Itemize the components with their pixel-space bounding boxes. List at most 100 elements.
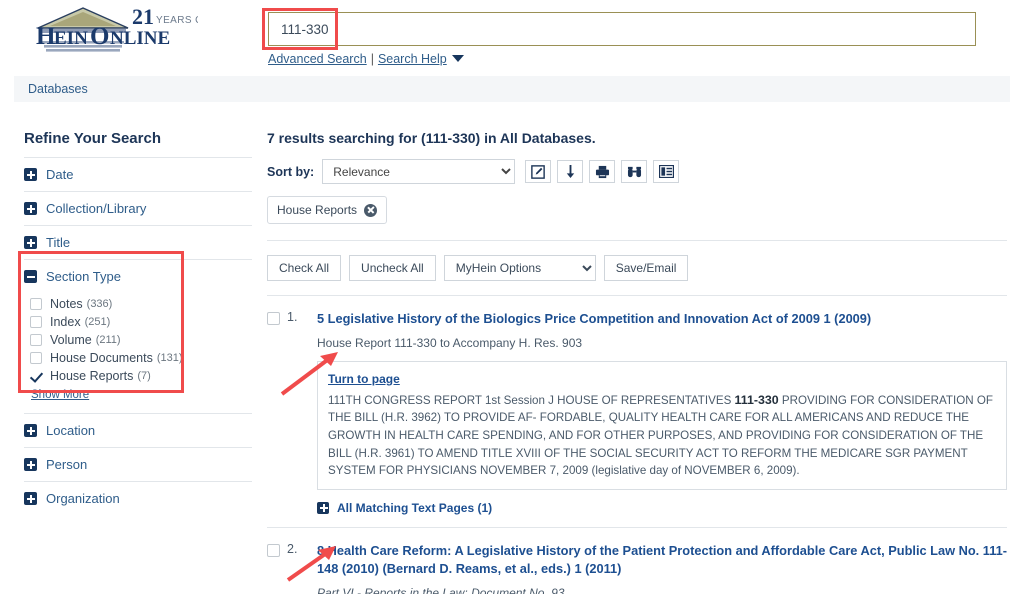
- facet-option-house-reports[interactable]: House Reports (7): [30, 367, 252, 385]
- result-part: Part VI - Reports in the Law: Document N…: [317, 585, 565, 594]
- section-type-options: Notes (336) Index (251) Volume (211) Hou…: [24, 293, 252, 413]
- snippet-text: 111TH CONGRESS REPORT 1st Session J HOUS…: [328, 391, 996, 480]
- result-body: 8 Health Care Reform: A Legislative Hist…: [317, 542, 1007, 594]
- result-body: 5 Legislative History of the Biologics P…: [317, 310, 1007, 515]
- facet-label: Location: [46, 423, 96, 438]
- site-header: 21 YEARS OF H EIN O NLINE Advanced Searc…: [0, 0, 1024, 72]
- sidebar-facet-collection-library[interactable]: Collection/Library: [24, 191, 252, 225]
- search-within-icon[interactable]: [621, 160, 648, 183]
- option-count: (131): [156, 352, 183, 364]
- facet-label: Collection/Library: [46, 201, 147, 216]
- results-panel: 7 results searching for (111-330) in All…: [267, 130, 1007, 594]
- results-summary: 7 results searching for (111-330) in All…: [267, 130, 596, 146]
- checkbox-unchecked-icon[interactable]: [30, 334, 42, 346]
- heinonline-search-results-page: 21 YEARS OF H EIN O NLINE Advanced Searc…: [0, 0, 1024, 594]
- matching-pages-label: All Matching Text Pages (1): [337, 500, 493, 515]
- svg-text:O: O: [90, 23, 109, 50]
- checkbox-unchecked-icon[interactable]: [30, 352, 42, 364]
- sidebar-facet-title[interactable]: Title: [24, 225, 252, 259]
- show-more-link[interactable]: Show More: [31, 389, 89, 401]
- sidebar-facet-date[interactable]: Date: [24, 157, 252, 191]
- result-checkbox[interactable]: [267, 543, 280, 557]
- snippet-pre: 111TH CONGRESS REPORT 1st Session J HOUS…: [328, 393, 735, 407]
- facet-option-notes[interactable]: Notes (336): [30, 295, 252, 313]
- option-label: House Reports: [50, 369, 134, 383]
- snippet-highlight: 111-330: [734, 392, 779, 407]
- filter-chip-label: House Reports: [277, 203, 358, 217]
- results-action-bar: Check All Uncheck All MyHein Options Sav…: [267, 240, 1007, 281]
- expand-plus-icon: [24, 424, 37, 437]
- svg-text:YEARS OF: YEARS OF: [156, 15, 198, 26]
- sidebar-facet-location[interactable]: Location: [24, 413, 252, 447]
- svg-text:NLINE: NLINE: [110, 28, 170, 49]
- databases-tab[interactable]: Databases: [28, 82, 88, 96]
- option-count: (7): [137, 370, 151, 382]
- sidebar-facet-person[interactable]: Person: [24, 447, 252, 481]
- option-count: (251): [84, 316, 111, 328]
- search-form: [268, 12, 976, 46]
- facet-label: Title: [46, 235, 71, 250]
- result-checkbox[interactable]: [267, 312, 280, 325]
- uncheck-all-button[interactable]: Uncheck All: [349, 255, 436, 281]
- option-label: House Documents: [50, 351, 153, 365]
- check-all-button[interactable]: Check All: [267, 255, 342, 281]
- remove-filter-icon[interactable]: [364, 203, 378, 217]
- option-count: (211): [95, 334, 121, 346]
- svg-text:H: H: [36, 23, 56, 50]
- myhein-options-select[interactable]: MyHein Options: [443, 255, 596, 281]
- results-toolbar: [525, 160, 680, 183]
- expand-plus-icon: [24, 492, 37, 505]
- checkbox-unchecked-icon[interactable]: [30, 298, 42, 310]
- option-label: Volume: [50, 333, 92, 347]
- search-help-link[interactable]: Search Help: [378, 52, 447, 66]
- filter-chip-house-reports[interactable]: House Reports: [267, 196, 388, 224]
- checkbox-checked-icon[interactable]: [30, 370, 42, 382]
- facet-option-house-documents[interactable]: House Documents (131): [30, 349, 252, 367]
- edit-search-icon[interactable]: [525, 160, 552, 183]
- sort-label: Sort by:: [267, 164, 315, 179]
- search-links: Advanced Search | Search Help: [268, 52, 464, 66]
- result-title-link[interactable]: 8 Health Care Reform: A Legislative Hist…: [317, 542, 1007, 579]
- link-separator: |: [370, 52, 374, 66]
- active-filters: House Reports: [267, 196, 1007, 224]
- option-label: Notes: [50, 297, 83, 311]
- svg-text:EIN: EIN: [54, 28, 88, 49]
- result-subtitle: House Report 111-330 to Accompany H. Res…: [317, 335, 583, 350]
- svg-text:21: 21: [132, 4, 154, 29]
- download-icon[interactable]: [557, 160, 584, 183]
- databases-bar: Databases: [14, 76, 1010, 102]
- result-snippet: Turn to page 111TH CONGRESS REPORT 1st S…: [317, 360, 1007, 490]
- result-item: 1. 5 Legislative History of the Biologic…: [267, 295, 1007, 527]
- heinonline-logo[interactable]: 21 YEARS OF H EIN O NLINE: [28, 4, 198, 56]
- result-item: 2. 8 Health Care Reform: A Legislative H…: [267, 526, 1007, 594]
- refine-sidebar: Refine Your Search Date Collection/Libra…: [24, 130, 252, 515]
- checkbox-unchecked-icon[interactable]: [30, 316, 42, 328]
- expand-plus-icon: [24, 458, 37, 471]
- refine-title: Refine Your Search: [24, 130, 161, 147]
- option-count: (336): [86, 298, 113, 310]
- print-icon[interactable]: [589, 160, 616, 183]
- expand-plus-icon: [317, 501, 329, 514]
- chevron-down-icon[interactable]: [451, 55, 464, 63]
- result-number: 1.: [287, 310, 298, 324]
- display-options-icon[interactable]: [653, 160, 680, 183]
- sort-row: Sort by: Relevance: [267, 159, 1007, 184]
- option-label: Index: [50, 315, 81, 329]
- sort-select[interactable]: Relevance: [322, 159, 516, 184]
- sidebar-facet-section-type[interactable]: Section Type: [24, 259, 252, 293]
- collapse-minus-icon: [24, 270, 37, 283]
- all-matching-text-pages[interactable]: All Matching Text Pages (1): [317, 501, 1007, 515]
- turn-to-page-link[interactable]: Turn to page: [328, 372, 400, 386]
- expand-plus-icon: [24, 168, 37, 181]
- result-title-link[interactable]: 5 Legislative History of the Biologics P…: [317, 310, 1007, 329]
- search-input[interactable]: [268, 12, 976, 46]
- facet-label: Section Type: [46, 269, 121, 284]
- save-email-button[interactable]: Save/Email: [603, 255, 689, 281]
- advanced-search-link[interactable]: Advanced Search: [268, 52, 367, 66]
- sidebar-facet-organization[interactable]: Organization: [24, 481, 252, 515]
- expand-plus-icon: [24, 236, 37, 249]
- facet-option-volume[interactable]: Volume (211): [30, 331, 252, 349]
- facet-label: Date: [46, 167, 74, 182]
- facet-option-index[interactable]: Index (251): [30, 313, 252, 331]
- result-number: 2.: [287, 541, 298, 556]
